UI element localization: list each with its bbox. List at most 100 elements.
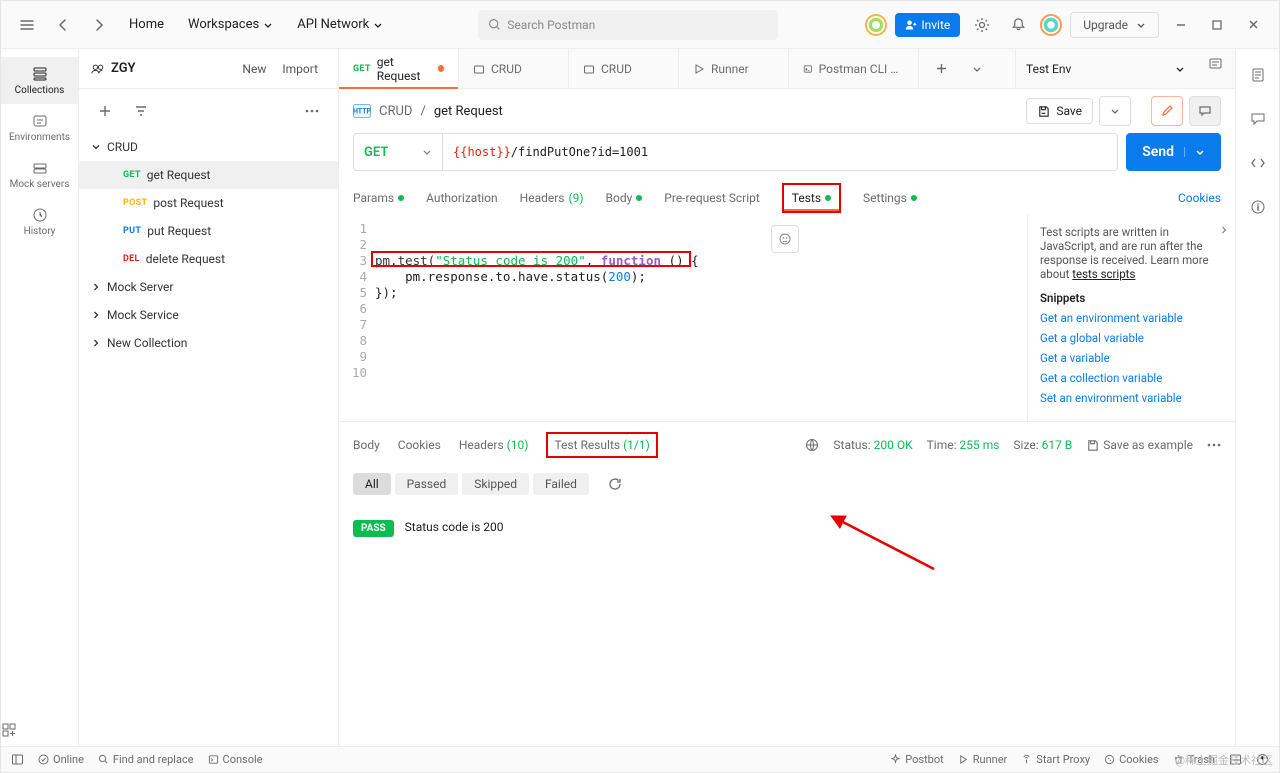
- tab-get-request[interactable]: GET get Request: [339, 49, 459, 88]
- comments-icon[interactable]: [1244, 105, 1272, 133]
- save-button[interactable]: Save: [1026, 98, 1093, 124]
- chevron-right-icon: [91, 338, 101, 348]
- proxy-button[interactable]: Start Proxy: [1021, 753, 1090, 766]
- tree-folder-mock-service[interactable]: Mock Service: [79, 301, 338, 329]
- brand-circle-icon[interactable]: [865, 14, 887, 36]
- filter-icon[interactable]: [127, 97, 155, 125]
- save-dropdown-icon[interactable]: [1099, 96, 1131, 126]
- url-input[interactable]: {{host}}/findPutOne?id=1001: [443, 133, 1118, 171]
- tree-folder-new-collection[interactable]: New Collection: [79, 329, 338, 357]
- filter-all[interactable]: All: [353, 473, 391, 495]
- req-tab-tests[interactable]: Tests: [782, 183, 841, 213]
- tab-crud-2[interactable]: CRUD: [569, 49, 679, 88]
- snippet-var[interactable]: Get a variable: [1040, 351, 1223, 365]
- nav-workspaces[interactable]: Workspaces: [180, 11, 281, 38]
- collection-tree: CRUD GETget Request POSTpost Request PUT…: [79, 133, 338, 746]
- resp-tab-headers[interactable]: Headers (10): [459, 436, 529, 454]
- minimize-icon[interactable]: [1167, 11, 1195, 39]
- filter-passed[interactable]: Passed: [395, 473, 459, 495]
- filter-skipped[interactable]: Skipped: [462, 473, 529, 495]
- filter-failed[interactable]: Failed: [533, 473, 589, 495]
- rail-collections[interactable]: Collections: [1, 57, 78, 104]
- rail-history[interactable]: History: [1, 198, 78, 245]
- gear-icon[interactable]: [968, 11, 996, 39]
- req-tab-prerequest[interactable]: Pre-request Script: [664, 183, 759, 213]
- bell-icon[interactable]: [1004, 11, 1032, 39]
- rail-environments[interactable]: Environments: [1, 104, 78, 151]
- req-tab-headers[interactable]: Headers (9): [520, 183, 584, 213]
- tab-bar: GET get Request CRUD CRUD Runner Postman…: [339, 49, 1235, 89]
- invite-button[interactable]: Invite: [895, 13, 960, 37]
- more-icon[interactable]: [298, 97, 326, 125]
- send-button[interactable]: Send: [1126, 133, 1221, 171]
- forward-icon[interactable]: [85, 11, 113, 39]
- chevron-right-icon: [91, 282, 101, 292]
- tree-folder-mock-server[interactable]: Mock Server: [79, 273, 338, 301]
- tab-cli-config[interactable]: Postman CLI Config: [789, 49, 919, 88]
- new-button[interactable]: New: [234, 58, 274, 80]
- docs-icon[interactable]: [1244, 61, 1272, 89]
- runner-button[interactable]: Runner: [958, 753, 1008, 766]
- globe-icon[interactable]: [805, 438, 819, 452]
- resp-tab-test-results[interactable]: Test Results (1/1): [546, 432, 657, 458]
- tree-collection-crud[interactable]: CRUD: [79, 133, 338, 161]
- resp-tab-cookies[interactable]: Cookies: [398, 436, 441, 454]
- save-as-example-button[interactable]: Save as example: [1086, 438, 1193, 452]
- req-tab-settings[interactable]: Settings: [863, 183, 917, 213]
- tree-req-put[interactable]: PUTput Request: [79, 217, 338, 245]
- back-icon[interactable]: [49, 11, 77, 39]
- info-icon[interactable]: [1244, 193, 1272, 221]
- snippets-header: Snippets: [1040, 291, 1223, 305]
- postbot-button[interactable]: Postbot: [890, 753, 943, 766]
- edit-icon[interactable]: [1151, 96, 1183, 126]
- rail-mock-servers[interactable]: Mock servers: [1, 151, 78, 198]
- nav-api-network[interactable]: API Network: [289, 11, 391, 38]
- environment-selector[interactable]: Test Env: [1015, 49, 1195, 88]
- crumb-collection[interactable]: CRUD: [379, 104, 412, 119]
- req-tab-auth[interactable]: Authorization: [426, 183, 498, 213]
- search-input[interactable]: Search Postman: [478, 10, 778, 40]
- maximize-icon[interactable]: [1203, 11, 1231, 39]
- plus-icon[interactable]: [91, 97, 119, 125]
- close-icon[interactable]: [1239, 11, 1267, 39]
- tree-req-delete[interactable]: DELdelete Request: [79, 245, 338, 273]
- tab-runner[interactable]: Runner: [679, 49, 789, 88]
- cookies-link[interactable]: Cookies: [1178, 191, 1221, 205]
- code-editor[interactable]: 12345678910 pm.test("Status code is 200"…: [339, 215, 1027, 421]
- nav-home[interactable]: Home: [121, 11, 172, 38]
- hint-link[interactable]: tests scripts: [1072, 267, 1135, 281]
- env-quicklook-icon[interactable]: [1195, 49, 1235, 77]
- tree-req-post[interactable]: POSTpost Request: [79, 189, 338, 217]
- method-select[interactable]: GET: [353, 133, 443, 171]
- tree-req-get[interactable]: GETget Request: [79, 161, 338, 189]
- resp-tab-body[interactable]: Body: [353, 436, 380, 454]
- code-icon[interactable]: [1244, 149, 1272, 177]
- rail-grid-icon[interactable]: [1, 714, 78, 746]
- req-tab-body[interactable]: Body: [606, 183, 643, 213]
- workspace-name[interactable]: ZGY: [91, 61, 136, 76]
- pass-badge: PASS: [353, 520, 394, 537]
- import-button[interactable]: Import: [274, 58, 326, 80]
- snippet-env-var[interactable]: Get an environment variable: [1040, 311, 1223, 325]
- tab-crud-1[interactable]: CRUD: [459, 49, 569, 88]
- refresh-icon[interactable]: [601, 470, 629, 498]
- snippet-global-var[interactable]: Get a global variable: [1040, 331, 1223, 345]
- find-replace-button[interactable]: Find and replace: [98, 753, 194, 766]
- console-button[interactable]: Console: [208, 753, 263, 766]
- tab-chevron-icon[interactable]: [963, 55, 991, 83]
- comment-icon[interactable]: [1189, 96, 1221, 126]
- upgrade-button[interactable]: Upgrade: [1070, 12, 1159, 38]
- snippet-collection-var[interactable]: Get a collection variable: [1040, 371, 1223, 385]
- new-tab-icon[interactable]: [927, 55, 955, 83]
- hamburger-icon[interactable]: [13, 11, 41, 39]
- avatar-icon[interactable]: [1040, 14, 1062, 36]
- crumb-request: get Request: [434, 104, 503, 119]
- cookie-icon: [1104, 754, 1115, 765]
- line-gutter: 12345678910: [339, 221, 375, 415]
- more-icon[interactable]: [1207, 443, 1221, 447]
- panel-icon[interactable]: [11, 753, 24, 766]
- req-tab-params[interactable]: Params: [353, 183, 404, 213]
- snippet-set-env-var[interactable]: Set an environment variable: [1040, 391, 1223, 405]
- chevron-right-icon[interactable]: [1219, 225, 1229, 235]
- cookies-button[interactable]: Cookies: [1104, 753, 1158, 766]
